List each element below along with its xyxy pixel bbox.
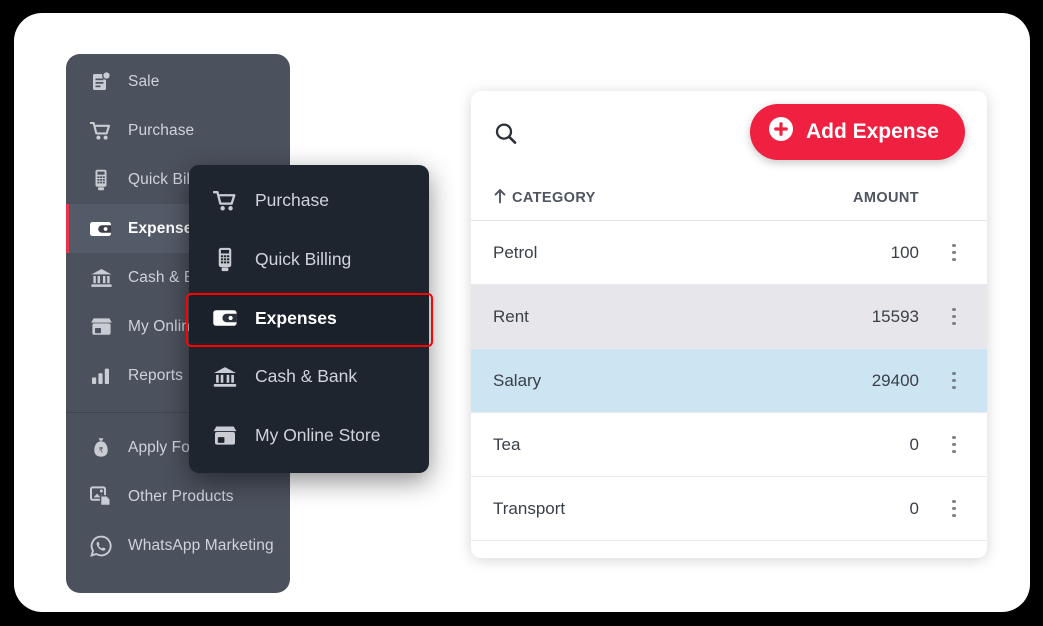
bank-building-icon bbox=[211, 364, 239, 390]
screenshot-root: Sale Purchase Quick Billing Expenses Cas… bbox=[0, 0, 1043, 626]
row-amount: 100 bbox=[890, 242, 919, 262]
svg-text:₹: ₹ bbox=[99, 446, 104, 455]
whatsapp-icon bbox=[88, 534, 114, 558]
sidebar-item-purchase[interactable]: Purchase bbox=[66, 106, 290, 155]
shopping-cart-icon bbox=[211, 188, 239, 214]
sort-ascending-arrow-icon bbox=[493, 188, 507, 209]
bar-chart-icon bbox=[88, 364, 114, 388]
submenu-item-quick-billing[interactable]: Quick Billing bbox=[189, 230, 429, 289]
table-header-row: CATEGORY AMOUNT bbox=[471, 176, 987, 221]
table-row[interactable]: Tea 0 bbox=[471, 413, 987, 477]
table-row[interactable]: Salary 29400 bbox=[471, 349, 987, 413]
add-expense-label: Add Expense bbox=[805, 120, 939, 143]
search-icon[interactable] bbox=[493, 121, 521, 149]
row-amount: 15593 bbox=[871, 306, 919, 326]
bank-building-icon bbox=[88, 266, 114, 290]
kebab-menu-icon[interactable] bbox=[943, 307, 965, 326]
expenses-table-body: Petrol 100 Rent 15593 Salary 29400 Tea 0 bbox=[471, 221, 987, 541]
app-card: Sale Purchase Quick Billing Expenses Cas… bbox=[14, 13, 1030, 612]
sale-document-icon bbox=[88, 70, 114, 94]
kebab-menu-icon[interactable] bbox=[943, 243, 965, 262]
expenses-panel: Add Expense CATEGORY AMOUNT Petrol 100 R… bbox=[471, 91, 987, 558]
sidebar-item-label: Purchase bbox=[128, 121, 195, 139]
sidebar-item-label: Reports bbox=[128, 366, 183, 384]
row-category: Salary bbox=[493, 370, 542, 390]
submenu-flyout: Purchase Quick Billing Expenses Cash & B… bbox=[186, 165, 433, 473]
submenu-item-my-online-store[interactable]: My Online Store bbox=[189, 406, 429, 465]
plus-circle-icon bbox=[768, 116, 794, 148]
row-amount: 0 bbox=[909, 434, 919, 454]
pos-terminal-icon bbox=[211, 247, 239, 273]
row-category: Tea bbox=[493, 434, 521, 454]
sidebar-item-sale[interactable]: Sale bbox=[66, 57, 290, 106]
submenu-item-label: Purchase bbox=[255, 190, 329, 210]
submenu-item-label: My Online Store bbox=[255, 425, 381, 445]
row-category: Rent bbox=[493, 306, 529, 326]
row-category: Petrol bbox=[493, 242, 538, 262]
submenu-item-label: Expenses bbox=[255, 307, 337, 328]
table-row[interactable]: Transport 0 bbox=[471, 477, 987, 541]
sidebar-item-label: Other Products bbox=[128, 487, 234, 505]
storefront-icon bbox=[88, 315, 114, 339]
sidebar-item-whatsapp-marketing[interactable]: WhatsApp Marketing bbox=[66, 521, 290, 570]
wallet-icon bbox=[88, 217, 114, 241]
submenu-item-label: Cash & Bank bbox=[255, 366, 358, 386]
storefront-icon bbox=[211, 423, 239, 449]
kebab-menu-icon[interactable] bbox=[943, 371, 965, 390]
table-row[interactable]: Rent 15593 bbox=[471, 285, 987, 349]
kebab-menu-icon[interactable] bbox=[943, 499, 965, 518]
table-row[interactable]: Petrol 100 bbox=[471, 221, 987, 285]
column-header-category[interactable]: CATEGORY bbox=[493, 188, 853, 209]
column-header-category-label: CATEGORY bbox=[512, 190, 596, 206]
submenu-item-cash-and-bank[interactable]: Cash & Bank bbox=[189, 347, 429, 406]
wallet-icon bbox=[211, 305, 239, 331]
sidebar-item-label: WhatsApp Marketing bbox=[128, 536, 274, 554]
submenu-item-purchase[interactable]: Purchase bbox=[189, 171, 429, 230]
kebab-menu-icon[interactable] bbox=[943, 435, 965, 454]
column-header-amount[interactable]: AMOUNT bbox=[853, 190, 919, 206]
panel-toolbar: Add Expense bbox=[471, 91, 987, 176]
submenu-item-label: Quick Billing bbox=[255, 249, 352, 269]
row-amount: 0 bbox=[909, 498, 919, 518]
row-amount: 29400 bbox=[871, 370, 919, 390]
sidebar-item-label: Sale bbox=[128, 72, 160, 90]
row-category: Transport bbox=[493, 498, 566, 518]
stacked-documents-icon bbox=[88, 485, 114, 509]
pos-terminal-icon bbox=[88, 168, 114, 192]
shopping-cart-icon bbox=[88, 119, 114, 143]
add-expense-button[interactable]: Add Expense bbox=[749, 104, 965, 160]
money-bag-icon: ₹ bbox=[88, 436, 114, 460]
submenu-item-expenses[interactable]: Expenses bbox=[186, 293, 433, 347]
sidebar-item-other-products[interactable]: Other Products bbox=[66, 472, 290, 521]
